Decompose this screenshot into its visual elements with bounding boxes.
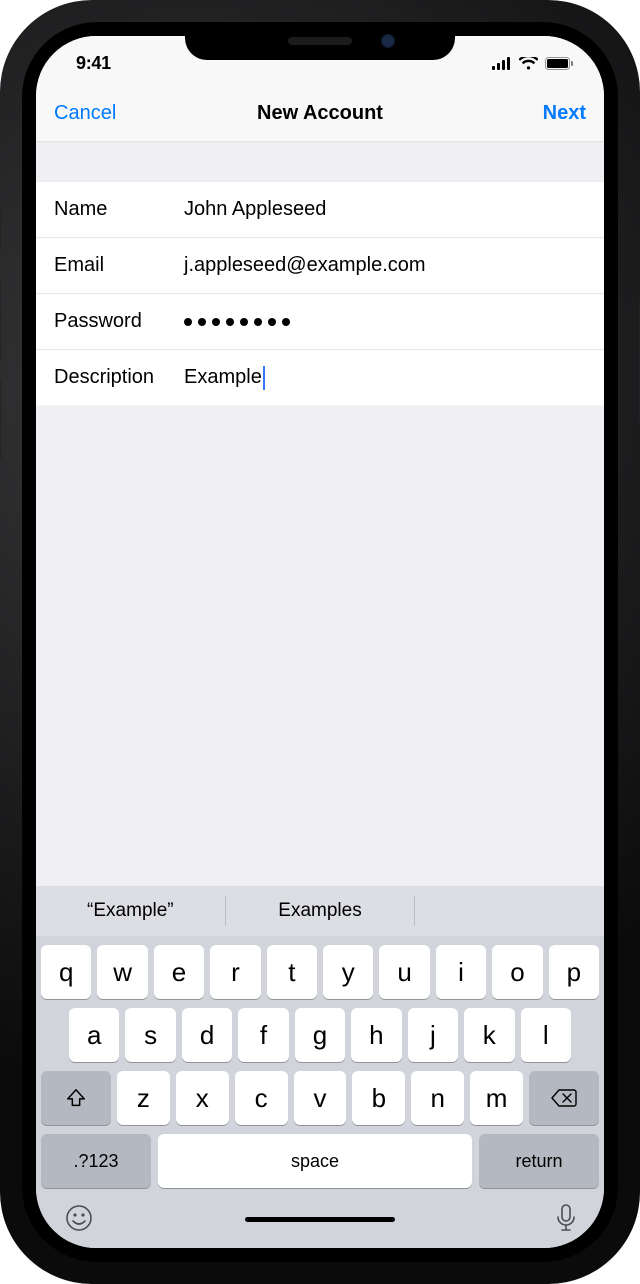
key-i[interactable]: i: [436, 945, 486, 999]
key-row-2: a s d f g h j k l: [36, 999, 604, 1062]
key-a[interactable]: a: [69, 1008, 119, 1062]
key-p[interactable]: p: [549, 945, 599, 999]
key-q[interactable]: q: [41, 945, 91, 999]
status-time: 9:41: [66, 53, 111, 74]
text-cursor: [263, 366, 265, 390]
notch: [185, 22, 455, 60]
key-f[interactable]: f: [238, 1008, 288, 1062]
key-k[interactable]: k: [464, 1008, 514, 1062]
email-field[interactable]: j.appleseed@example.com: [184, 254, 586, 277]
suggestion-2[interactable]: Examples: [226, 886, 415, 936]
password-field[interactable]: [184, 318, 586, 326]
key-m[interactable]: m: [470, 1071, 523, 1125]
name-label: Name: [54, 198, 184, 221]
mic-icon[interactable]: [556, 1203, 576, 1233]
key-row-3: z x c v b n m: [36, 1062, 604, 1125]
emoji-icon[interactable]: [64, 1203, 94, 1233]
key-n[interactable]: n: [411, 1071, 464, 1125]
key-o[interactable]: o: [492, 945, 542, 999]
page-title: New Account: [144, 102, 496, 125]
nav-bar: Cancel New Account Next: [36, 86, 604, 142]
backspace-key[interactable]: [529, 1071, 599, 1125]
key-row-4: .?123 space return: [36, 1125, 604, 1192]
key-g[interactable]: g: [295, 1008, 345, 1062]
battery-icon: [545, 57, 574, 70]
password-row[interactable]: Password: [36, 294, 604, 350]
cancel-button[interactable]: Cancel: [54, 102, 144, 125]
account-form: Name John Appleseed Email j.appleseed@ex…: [36, 182, 604, 406]
key-j[interactable]: j: [408, 1008, 458, 1062]
description-field[interactable]: Example: [184, 366, 586, 390]
key-b[interactable]: b: [352, 1071, 405, 1125]
name-field[interactable]: John Appleseed: [184, 198, 586, 221]
description-row[interactable]: Description Example: [36, 350, 604, 406]
key-l[interactable]: l: [521, 1008, 571, 1062]
key-x[interactable]: x: [176, 1071, 229, 1125]
home-indicator[interactable]: [245, 1217, 395, 1222]
cellular-icon: [492, 57, 512, 70]
key-u[interactable]: u: [379, 945, 429, 999]
key-e[interactable]: e: [154, 945, 204, 999]
shift-key[interactable]: [41, 1071, 111, 1125]
numeric-key[interactable]: .?123: [41, 1134, 151, 1188]
key-h[interactable]: h: [351, 1008, 401, 1062]
key-z[interactable]: z: [117, 1071, 170, 1125]
return-key[interactable]: return: [479, 1134, 599, 1188]
email-row[interactable]: Email j.appleseed@example.com: [36, 238, 604, 294]
name-row[interactable]: Name John Appleseed: [36, 182, 604, 238]
next-button[interactable]: Next: [496, 102, 586, 125]
suggestion-1[interactable]: “Example”: [36, 886, 225, 936]
description-label: Description: [54, 366, 184, 389]
email-label: Email: [54, 254, 184, 277]
key-t[interactable]: t: [267, 945, 317, 999]
key-d[interactable]: d: [182, 1008, 232, 1062]
keyboard: “Example” Examples q w e r t y u i o p: [36, 886, 604, 1248]
key-s[interactable]: s: [125, 1008, 175, 1062]
key-v[interactable]: v: [294, 1071, 347, 1125]
key-y[interactable]: y: [323, 945, 373, 999]
key-w[interactable]: w: [97, 945, 147, 999]
key-row-1: q w e r t y u i o p: [36, 936, 604, 999]
space-key[interactable]: space: [158, 1134, 472, 1188]
key-c[interactable]: c: [235, 1071, 288, 1125]
password-label: Password: [54, 310, 184, 333]
iphone-frame: 9:41 Cancel New Account Next: [0, 0, 640, 1284]
suggestion-3[interactable]: [415, 886, 604, 936]
suggestion-bar: “Example” Examples: [36, 886, 604, 936]
key-r[interactable]: r: [210, 945, 260, 999]
wifi-icon: [519, 57, 538, 70]
